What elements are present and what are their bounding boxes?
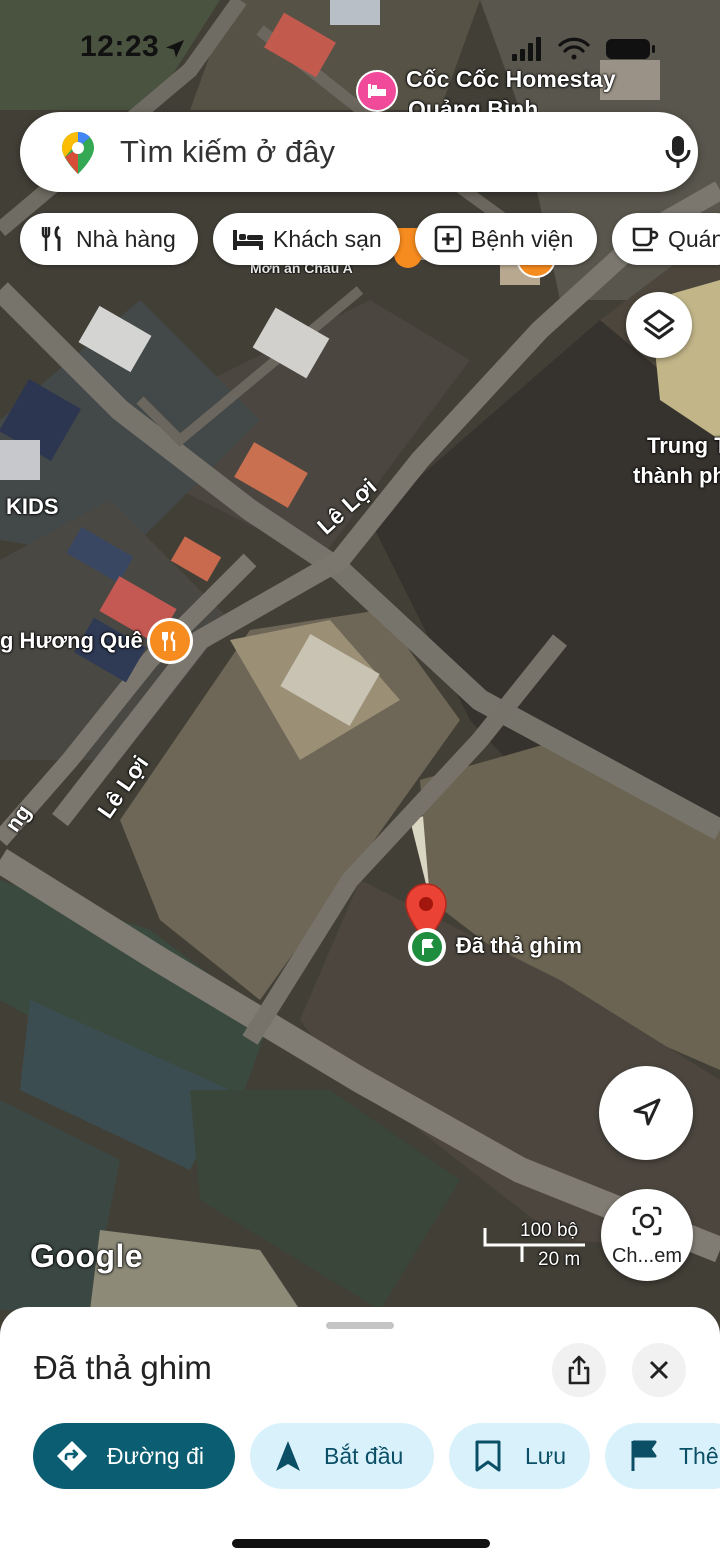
chip-hospitals-label: Bệnh viện [471,225,574,252]
save-label: Lưu [525,1442,566,1469]
kids-label[interactable]: KIDS [6,494,59,520]
camera-lens-icon [632,1206,662,1236]
start-label: Bắt đầu [324,1442,404,1469]
fork-knife-icon [162,631,176,651]
flag-icon [631,1440,657,1471]
more-button[interactable]: Thê [605,1423,720,1489]
pin-marker-badge [408,928,446,966]
layers-button[interactable] [626,292,692,358]
close-button[interactable] [632,1343,686,1397]
restaurant-label[interactable]: g Hương Quê [0,628,143,654]
chip-restaurants[interactable]: Nhà hàng [20,213,198,265]
sheet-drag-handle[interactable] [326,1322,394,1329]
homestay-marker[interactable] [358,72,396,110]
location-arrow-icon [166,40,184,58]
scale-bar [483,1228,585,1262]
flag-icon [422,939,434,955]
center-label-line2[interactable]: thành ph [633,463,720,489]
plus-square-icon [434,225,462,253]
navigation-start-icon [276,1441,300,1471]
search-input[interactable] [120,132,640,172]
directions-label: Đường đi [107,1442,204,1469]
bed-icon [368,84,386,98]
google-logo: Google [30,1238,144,1274]
sheet-title: Đã thả ghim [34,1349,212,1386]
bottom-sheet: Đã thả ghim Đường đi Bắt đầu Lưu Thê [0,1307,720,1560]
share-icon [568,1355,590,1385]
pin-label[interactable]: Đã thả ghim [456,933,582,959]
chip-hotels-label: Khách sạn [273,225,382,252]
my-location-button[interactable] [599,1066,693,1160]
layers-icon [643,309,675,340]
bookmark-icon [475,1440,501,1472]
directions-button[interactable]: Đường đi [33,1423,235,1489]
google-maps-logo-icon [62,132,94,174]
fork-knife-icon [41,225,61,251]
save-button[interactable]: Lưu [449,1423,590,1489]
status-icons [512,37,655,61]
explore-label: Ch...em [611,1245,683,1267]
status-time: 12:23 [80,30,160,63]
share-button[interactable] [552,1343,606,1397]
homestay-label-line1[interactable]: Cốc Cốc Homestay [406,66,616,93]
wifi-icon [558,37,590,60]
chip-hospitals[interactable]: Bệnh viện [415,213,597,265]
microphone-icon[interactable] [660,132,696,172]
home-indicator[interactable] [232,1539,490,1548]
phone-screen: Cốc Cốc Homestay Quảng Bình Mơn an Châu … [0,0,720,1560]
search-bar[interactable] [20,112,698,192]
homestay-label-line2[interactable]: Quảng Bình [408,96,538,112]
close-icon [649,1360,669,1380]
signal-icon [512,37,541,61]
more-label: Thê [679,1442,719,1469]
chip-restaurants-label: Nhà hàng [76,225,176,252]
restaurant-marker[interactable] [150,621,190,661]
start-button[interactable]: Bắt đầu [250,1423,434,1489]
chip-cafes-label: Quán [668,225,720,252]
bed-icon [233,230,263,250]
battery-icon [606,39,655,59]
chip-hotels[interactable]: Khách sạn [213,213,400,265]
explore-lens-button[interactable]: Ch...em [601,1189,693,1281]
directions-icon [57,1441,87,1471]
center-label-line1[interactable]: Trung T [647,433,720,459]
coffee-cup-icon [632,227,659,252]
chip-cafes[interactable]: Quán [612,213,720,265]
navigation-arrow-icon [633,1098,661,1126]
